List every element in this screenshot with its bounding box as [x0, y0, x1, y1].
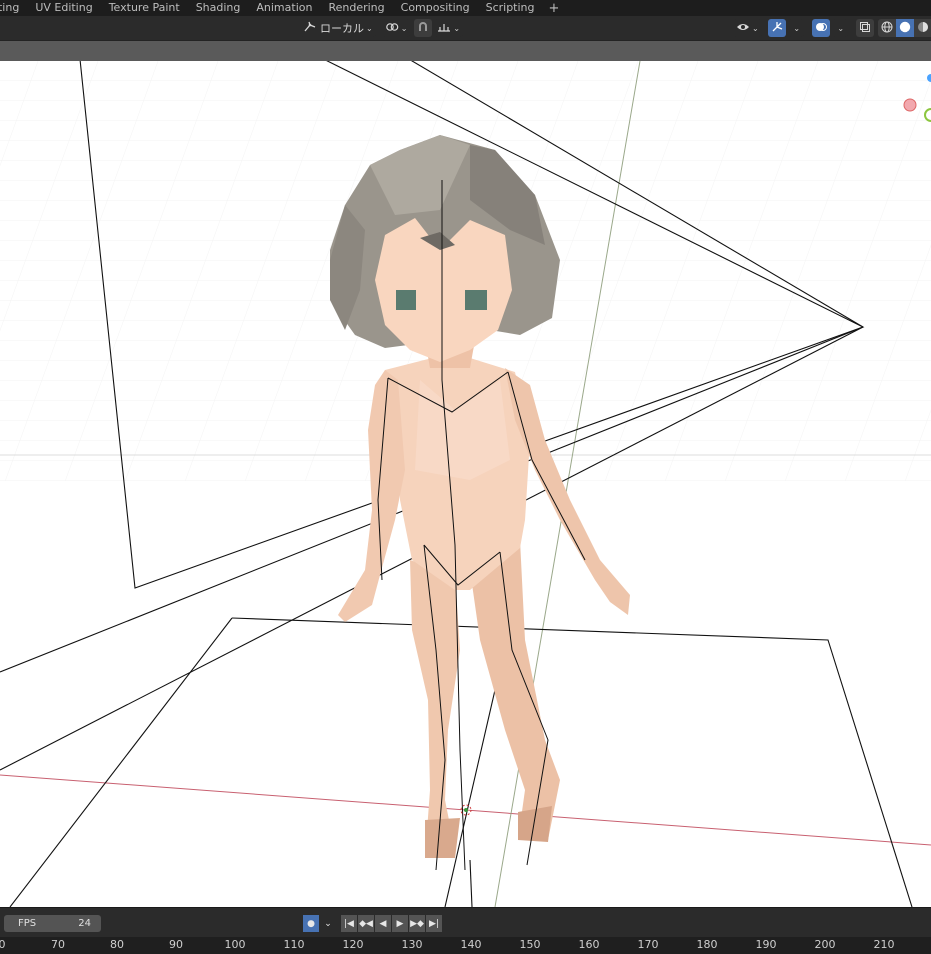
next-keyframe-button[interactable]: ▶◆	[409, 915, 425, 932]
pivot-point-dropdown[interactable]: ⌄	[381, 19, 411, 37]
tab-scripting[interactable]: Scripting	[478, 0, 543, 16]
ruler-tick: 160	[578, 938, 600, 951]
play-button[interactable]: ▶	[392, 915, 408, 932]
visibility-dropdown[interactable]: ⌄	[733, 19, 762, 37]
tab-compositing[interactable]: Compositing	[393, 0, 478, 16]
viewport-header: ローカル ⌄ ⌄ ⌄ ⌄ ⌄ ⌄	[0, 16, 931, 41]
frame-ruler[interactable]: 0 70 80 90 100 110 120 130 140 150 160 1…	[0, 937, 931, 954]
fps-value: 24	[78, 918, 91, 929]
auto-keying-dropdown[interactable]: ⌄	[320, 915, 336, 932]
fps-label: FPS	[18, 918, 37, 929]
auto-keying-group: ● ⌄	[303, 915, 337, 932]
proportional-edit-icon	[437, 21, 451, 36]
material-shading-button[interactable]	[913, 19, 931, 37]
chevron-down-icon: ⌄	[366, 23, 373, 33]
tab-animation[interactable]: Animation	[248, 0, 320, 16]
transform-pivot-icon	[303, 21, 317, 36]
chevron-down-icon: ⌄	[793, 23, 801, 33]
xray-icon	[859, 21, 871, 36]
ruler-tick: 0	[0, 938, 6, 951]
overlay-dropdown[interactable]: ⌄	[831, 19, 848, 37]
chevron-down-icon: ⌄	[324, 918, 332, 929]
snap-icon	[417, 21, 429, 36]
tool-settings-strip	[0, 41, 931, 61]
tab-rendering[interactable]: Rendering	[320, 0, 392, 16]
orientation-group: ローカル ⌄ ⌄ ⌄	[300, 19, 465, 37]
jump-to-start-button[interactable]: |◀	[341, 915, 357, 932]
viewport-display-group: ⌄ ⌄ ⌄	[733, 19, 931, 37]
chevron-down-icon: ⌄	[400, 23, 408, 33]
character-eye-left	[396, 290, 416, 310]
3d-viewport[interactable]	[0, 61, 931, 907]
ruler-tick: 170	[637, 938, 659, 951]
fps-field[interactable]: FPS 24	[4, 915, 101, 932]
jump-end-icon: ▶|	[429, 918, 439, 929]
tab-shading[interactable]: Shading	[188, 0, 249, 16]
transform-orientation-label: ローカル	[320, 22, 364, 35]
tab-sculpting[interactable]: pting	[0, 0, 27, 16]
ruler-tick: 190	[755, 938, 777, 951]
workspace-tab-bar: pting UV Editing Texture Paint Shading A…	[0, 0, 931, 16]
ruler-tick: 80	[110, 938, 124, 951]
ruler-tick: 100	[224, 938, 246, 951]
gizmo-toggle[interactable]	[767, 19, 786, 37]
ruler-tick: 140	[460, 938, 482, 951]
link-icon	[385, 21, 399, 36]
ruler-tick: 120	[342, 938, 364, 951]
character-legs	[410, 540, 560, 858]
ruler-tick: 130	[401, 938, 423, 951]
prev-keyframe-icon: ◆◀	[359, 918, 373, 929]
material-shading-icon	[917, 21, 929, 36]
viewport-canvas	[0, 61, 931, 907]
ruler-tick: 210	[873, 938, 895, 951]
overlay-toggle[interactable]	[811, 19, 830, 37]
tab-uv-editing[interactable]: UV Editing	[27, 0, 100, 16]
chevron-down-icon: ⌄	[752, 23, 759, 33]
prev-keyframe-button[interactable]: ◆◀	[358, 915, 374, 932]
character-eye-right	[465, 290, 487, 310]
chevron-down-icon: ⌄	[837, 23, 845, 33]
ruler-tick: 180	[696, 938, 718, 951]
snap-toggle[interactable]	[414, 19, 433, 37]
play-reverse-button[interactable]: ◀	[375, 915, 391, 932]
xray-toggle[interactable]	[855, 19, 874, 37]
chevron-down-icon: ⌄	[453, 23, 461, 33]
next-keyframe-icon: ▶◆	[410, 918, 424, 929]
wireframe-shading-icon	[881, 21, 893, 36]
ruler-tick: 110	[283, 938, 305, 951]
auto-keying-button[interactable]: ●	[303, 915, 319, 932]
visibility-icon	[736, 21, 750, 36]
playback-controls: |◀ ◆◀ ◀ ▶ ▶◆ ▶|	[341, 915, 443, 932]
add-workspace-button[interactable]: +	[543, 1, 566, 16]
ruler-tick: 90	[169, 938, 183, 951]
jump-start-icon: |◀	[344, 918, 354, 929]
solid-shading-button[interactable]	[895, 19, 914, 37]
solid-shading-icon	[899, 21, 911, 36]
gizmo-icon	[771, 21, 783, 36]
play-icon: ▶	[396, 918, 404, 929]
overlay-icon	[815, 21, 827, 36]
gizmo-dropdown[interactable]: ⌄	[787, 19, 804, 37]
proportional-edit-dropdown[interactable]: ⌄	[434, 19, 464, 37]
tab-texture-paint[interactable]: Texture Paint	[101, 0, 188, 16]
timeline-header: FPS 24 ● ⌄ |◀ ◆◀ ◀ ▶ ▶◆ ▶|	[0, 907, 931, 937]
wireframe-shading-button[interactable]	[877, 19, 896, 37]
play-reverse-icon: ◀	[379, 918, 387, 929]
ruler-tick: 200	[814, 938, 836, 951]
jump-to-end-button[interactable]: ▶|	[426, 915, 442, 932]
transform-orientation-dropdown[interactable]: ローカル ⌄	[300, 19, 376, 37]
ruler-tick: 70	[51, 938, 65, 951]
ruler-tick: 150	[519, 938, 541, 951]
record-icon: ●	[307, 918, 315, 929]
